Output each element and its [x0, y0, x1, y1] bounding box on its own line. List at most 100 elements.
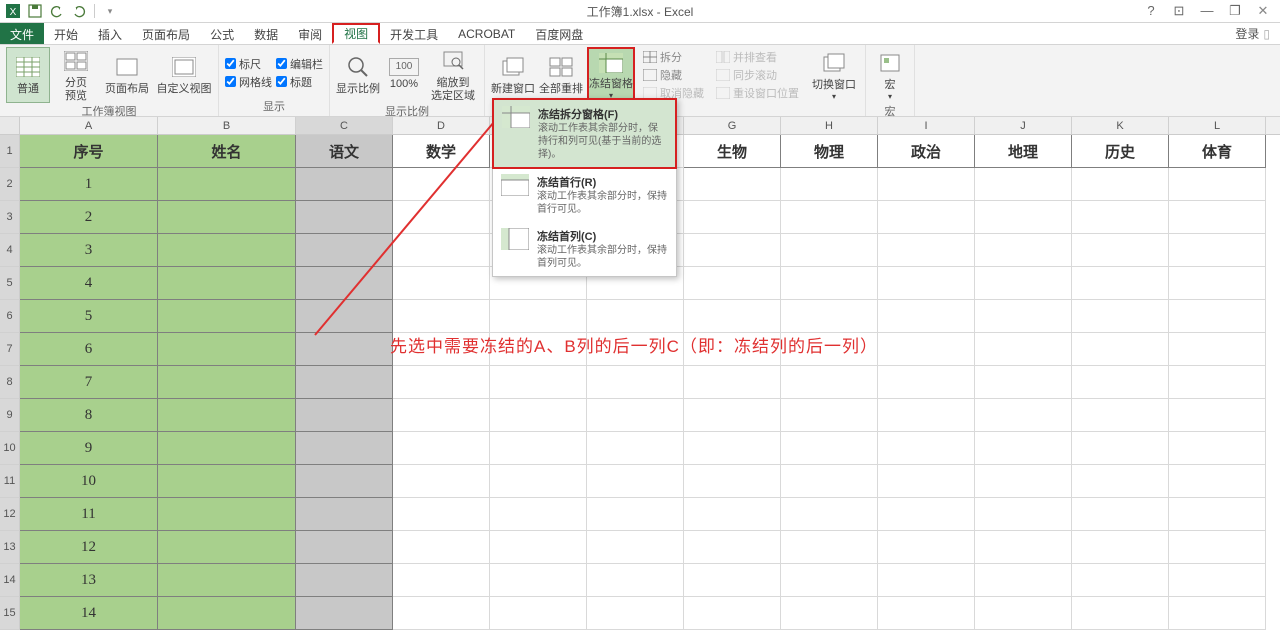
data-cell[interactable]: [1072, 399, 1169, 432]
data-cell[interactable]: [1072, 267, 1169, 300]
data-cell[interactable]: [393, 564, 490, 597]
data-cell[interactable]: [1072, 531, 1169, 564]
data-cell[interactable]: [684, 366, 781, 399]
data-cell[interactable]: [975, 300, 1072, 333]
tab-home[interactable]: 开始: [44, 23, 88, 44]
headings-checkbox[interactable]: 标题: [276, 74, 323, 90]
zoom-100-button[interactable]: 100 100%: [384, 47, 424, 103]
col-header-L[interactable]: L: [1169, 117, 1266, 134]
data-cell[interactable]: [1072, 465, 1169, 498]
data-cell[interactable]: 6: [20, 333, 158, 366]
hide-button[interactable]: 隐藏: [643, 67, 704, 83]
data-cell[interactable]: [393, 267, 490, 300]
data-cell[interactable]: [975, 201, 1072, 234]
ruler-checkbox[interactable]: 标尺: [225, 56, 272, 72]
header-cell[interactable]: 地理: [975, 135, 1072, 168]
data-cell[interactable]: [158, 564, 296, 597]
data-cell[interactable]: 8: [20, 399, 158, 432]
macro-button[interactable]: 宏 ▾: [872, 47, 908, 103]
data-cell[interactable]: [781, 531, 878, 564]
data-cell[interactable]: [296, 234, 393, 267]
freeze-panes-button[interactable]: 冻结窗格 ▾: [587, 47, 635, 103]
data-cell[interactable]: [587, 465, 684, 498]
data-cell[interactable]: [878, 399, 975, 432]
data-cell[interactable]: [781, 300, 878, 333]
data-cell[interactable]: [878, 597, 975, 630]
save-icon[interactable]: [26, 2, 44, 20]
data-cell[interactable]: [975, 597, 1072, 630]
formula-bar-checkbox[interactable]: 编辑栏: [276, 56, 323, 72]
data-cell[interactable]: [878, 201, 975, 234]
data-cell[interactable]: [393, 234, 490, 267]
data-cell[interactable]: [781, 597, 878, 630]
data-cell[interactable]: [684, 465, 781, 498]
tab-view[interactable]: 视图: [332, 23, 380, 44]
header-cell[interactable]: 政治: [878, 135, 975, 168]
data-cell[interactable]: [878, 564, 975, 597]
data-cell[interactable]: [684, 498, 781, 531]
data-cell[interactable]: [1072, 432, 1169, 465]
data-cell[interactable]: [393, 300, 490, 333]
data-cell[interactable]: [781, 399, 878, 432]
data-cell[interactable]: [975, 399, 1072, 432]
data-cell[interactable]: [158, 267, 296, 300]
data-cell[interactable]: [684, 597, 781, 630]
col-header-I[interactable]: I: [878, 117, 975, 134]
data-cell[interactable]: [1072, 168, 1169, 201]
data-cell[interactable]: [393, 531, 490, 564]
new-window-button[interactable]: 新建窗口: [491, 47, 535, 103]
data-cell[interactable]: [878, 333, 975, 366]
data-cell[interactable]: [296, 300, 393, 333]
tab-acrobat[interactable]: ACROBAT: [448, 23, 525, 44]
header-cell[interactable]: 物理: [781, 135, 878, 168]
data-cell[interactable]: [975, 465, 1072, 498]
data-cell[interactable]: [393, 168, 490, 201]
data-cell[interactable]: [158, 498, 296, 531]
data-cell[interactable]: [587, 366, 684, 399]
data-cell[interactable]: [158, 465, 296, 498]
data-cell[interactable]: [878, 300, 975, 333]
data-cell[interactable]: 12: [20, 531, 158, 564]
data-cell[interactable]: [393, 366, 490, 399]
col-header-D[interactable]: D: [393, 117, 490, 134]
data-cell[interactable]: 11: [20, 498, 158, 531]
data-cell[interactable]: [878, 234, 975, 267]
data-cell[interactable]: [1169, 498, 1266, 531]
data-cell[interactable]: 3: [20, 234, 158, 267]
data-cell[interactable]: [878, 267, 975, 300]
header-cell[interactable]: 姓名: [158, 135, 296, 168]
data-cell[interactable]: [587, 399, 684, 432]
data-cell[interactable]: [296, 168, 393, 201]
header-cell[interactable]: 历史: [1072, 135, 1169, 168]
data-cell[interactable]: [1169, 465, 1266, 498]
data-cell[interactable]: [158, 201, 296, 234]
data-cell[interactable]: [684, 201, 781, 234]
normal-view-button[interactable]: 普通: [6, 47, 50, 103]
data-cell[interactable]: [684, 267, 781, 300]
data-cell[interactable]: [158, 531, 296, 564]
data-cell[interactable]: 10: [20, 465, 158, 498]
data-cell[interactable]: [1072, 366, 1169, 399]
header-cell[interactable]: 序号: [20, 135, 158, 168]
data-cell[interactable]: [684, 564, 781, 597]
data-cell[interactable]: [975, 564, 1072, 597]
custom-view-button[interactable]: 自定义视图: [156, 47, 212, 103]
data-cell[interactable]: [1169, 234, 1266, 267]
freeze-top-row-option[interactable]: 冻结首行(R)滚动工作表其余部分时，保持首行可见。: [493, 168, 676, 222]
data-cell[interactable]: [878, 498, 975, 531]
data-cell[interactable]: [684, 234, 781, 267]
help-button[interactable]: ?: [1140, 3, 1162, 19]
data-cell[interactable]: [878, 465, 975, 498]
data-cell[interactable]: [587, 564, 684, 597]
tab-formulas[interactable]: 公式: [200, 23, 244, 44]
data-cell[interactable]: [296, 432, 393, 465]
data-cell[interactable]: [490, 498, 587, 531]
data-cell[interactable]: [1169, 531, 1266, 564]
minimize-button[interactable]: —: [1196, 3, 1218, 19]
data-cell[interactable]: [296, 399, 393, 432]
ribbon-toggle-button[interactable]: ⊡: [1168, 3, 1190, 19]
data-cell[interactable]: [684, 399, 781, 432]
col-header-H[interactable]: H: [781, 117, 878, 134]
data-cell[interactable]: 14: [20, 597, 158, 630]
data-cell[interactable]: [1169, 168, 1266, 201]
